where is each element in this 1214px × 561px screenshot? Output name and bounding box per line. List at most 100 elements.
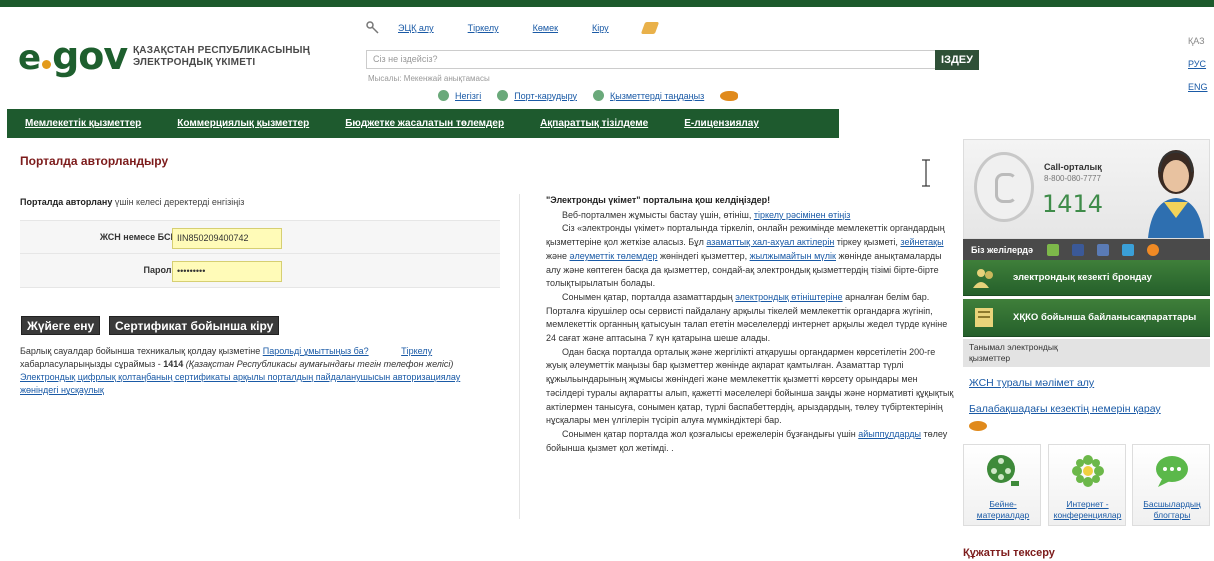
- help-link[interactable]: Көмек: [533, 23, 558, 33]
- quick-link-home[interactable]: Негізгі: [455, 91, 481, 101]
- help-text: Барлық сауалдар бойынша техникалық қолда…: [20, 345, 495, 397]
- social-title: Біз желілердә: [971, 244, 1034, 255]
- top-border: [0, 0, 1214, 7]
- nav-budget-payments[interactable]: Бюджетке жасалатын төлемдер: [345, 118, 504, 129]
- contact-info-label: ХҚКО бойынша байланыс ақпараттары: [1013, 299, 1196, 337]
- language-switcher: ҚАЗ РУС ENG: [1188, 35, 1208, 104]
- chat-icon[interactable]: [1147, 243, 1160, 256]
- civil-acts-link[interactable]: азаматтық хал-ахуал актілерін: [706, 237, 834, 247]
- document-check-heading: Құжатты тексеру: [963, 547, 1055, 559]
- fines-link[interactable]: айыппұлдарды: [858, 429, 921, 439]
- password-input[interactable]: •••••••••: [172, 261, 282, 282]
- queue-booking-label: электрондық кезекті брондау: [1013, 272, 1152, 283]
- tile-blogs-line1: Басшылардың: [1143, 499, 1201, 509]
- people-icon: [973, 266, 997, 290]
- login-form: ЖСН немесе БСН: IIN850209400742 Пароль: …: [20, 220, 500, 288]
- tile-conference-label[interactable]: Интернет - конференциялар: [1049, 499, 1127, 521]
- welcome-p3: Сонымен қатар, порталда азаматтардың эле…: [546, 291, 956, 346]
- tile-blogs-label[interactable]: Басшылардың блогтары: [1133, 499, 1211, 521]
- tile-conference-line1: Интернет -: [1066, 499, 1109, 509]
- lang-kaz[interactable]: ҚАЗ: [1188, 35, 1208, 48]
- logo-text: ҚАЗАҚСТАН РЕСПУБЛИКАСЫНЫҢ ЭЛЕКТРОНДЫҚ ҮК…: [133, 45, 310, 69]
- key-icon: [366, 21, 380, 35]
- register-link[interactable]: Тіркелу: [401, 346, 432, 356]
- login-link[interactable]: Кіру: [592, 23, 609, 33]
- film-reel-icon: [985, 453, 1021, 489]
- welcome-p3-text-a: Сонымен қатар, порталда азаматтардың: [562, 291, 736, 302]
- welcome-p5: Сонымен қатар порталда жол қозғалысы ере…: [546, 428, 956, 455]
- logo-text-line1: ҚАЗАҚСТАН РЕСПУБЛИКАСЫНЫҢ: [133, 45, 311, 56]
- header: e gov ҚАЗАҚСТАН РЕСПУБЛИКАСЫНЫҢ ЭЛЕКТРОН…: [0, 7, 1214, 107]
- quick-link-portal[interactable]: Порт-карудыру: [514, 91, 577, 101]
- tile-video-label[interactable]: Бейне-материалдар: [964, 499, 1042, 521]
- login-intro-bold: Порталда авторлану: [20, 197, 113, 207]
- tile-video[interactable]: Бейне-материалдар: [963, 444, 1041, 526]
- welcome-p5-text-a: Сонымен қатар порталда жол қозғалысы ере…: [562, 428, 859, 439]
- lang-eng[interactable]: ENG: [1188, 82, 1208, 92]
- facebook-icon[interactable]: [1072, 243, 1085, 256]
- queue-booking-button[interactable]: электрондық кезекті брондау: [963, 260, 1210, 296]
- welcome-p2-text-c: және: [546, 250, 570, 261]
- book-icon: [973, 305, 997, 329]
- nav-gov-services[interactable]: Мемлекеттік қызметтер: [25, 118, 141, 129]
- sitemap-icon: [497, 90, 509, 101]
- welcome-p2-text-d: жөніндегі қызметтер,: [657, 250, 750, 261]
- lang-rus[interactable]: РУС: [1188, 59, 1206, 69]
- pension-link[interactable]: зейнетақы: [900, 237, 943, 247]
- tile-conference[interactable]: Интернет - конференциялар: [1047, 444, 1127, 526]
- get-eds-link[interactable]: ЭЦҚ алу: [398, 23, 434, 33]
- nav-e-licensing[interactable]: Е-лицензиялау: [684, 118, 759, 129]
- tile-video-line1: Бейне-: [989, 499, 1017, 509]
- main-nav: Мемлекеттік қызметтер Коммерциялық қызме…: [7, 109, 839, 138]
- twitter-icon[interactable]: [1122, 243, 1135, 256]
- contact-info-line2: ақпараттары: [1135, 312, 1197, 323]
- certificate-login-button[interactable]: Сертификат бойынша кіру: [109, 316, 280, 335]
- password-row: Пароль: •••••••••: [20, 254, 500, 287]
- forgot-password-link[interactable]: Парольді ұмыттыңыз ба?: [263, 346, 369, 356]
- popular-services-line2: қызметтер: [969, 353, 1011, 363]
- quick-link-services[interactable]: Қызметтерді таңдаңыз: [610, 91, 704, 101]
- contact-info-line1: ХҚКО бойынша байланыс: [1013, 312, 1136, 323]
- home-icon: [438, 90, 449, 101]
- welcome-p2: Сіз «электронды үкімет» порталында тірке…: [546, 222, 956, 291]
- registration-procedure-link[interactable]: тіркелу рәсімінен өтіңіз: [754, 210, 851, 220]
- tile-blogs-line2: блогтары: [1153, 510, 1191, 520]
- egov-logo[interactable]: e gov: [18, 37, 128, 78]
- top-links: ЭЦҚ алу Тіркелу Көмек Кіру: [366, 21, 659, 35]
- bird-icon-2: [969, 421, 987, 431]
- logo-e: e: [18, 38, 42, 78]
- services-icon: [592, 90, 604, 101]
- vk-icon[interactable]: [1097, 243, 1110, 256]
- register-link-top[interactable]: Тіркелу: [468, 23, 499, 33]
- help-text-2: хабарласуларыңызды сұраймыз -: [20, 359, 164, 369]
- real-estate-link[interactable]: жылжымайтын мүлік: [750, 251, 836, 261]
- bird-icon: [720, 90, 739, 101]
- help-text-1: Барлық сауалдар бойынша техникалық қолда…: [20, 346, 263, 356]
- iin-input[interactable]: IIN850209400742: [172, 228, 282, 249]
- login-intro: Порталда авторлану үшін келесі деректерд…: [20, 197, 244, 207]
- quick-links: Негізгі Порт-карудыру Қызметтерді таңдаң…: [438, 90, 739, 101]
- call-center-number: 8-800-080-7777: [1044, 174, 1101, 183]
- nav-info-registry[interactable]: Ақпараттық тізілдеме: [540, 118, 648, 129]
- flower-icon: [1070, 453, 1106, 489]
- eds-guide-link[interactable]: Электрондық цифрлық қолтаңбаның сертифик…: [20, 372, 460, 395]
- nav-commercial-services[interactable]: Коммерциялық қызметтер: [177, 118, 309, 129]
- login-button[interactable]: Жүйеге ену: [21, 316, 101, 335]
- contact-info-button[interactable]: ХҚКО бойынша байланыс ақпараттары: [963, 299, 1210, 337]
- search-button[interactable]: ІЗДЕУ: [935, 50, 979, 70]
- share-icon[interactable]: [1047, 243, 1060, 256]
- search-input[interactable]: Сіз не іздейсіз?: [366, 50, 936, 69]
- popular-services-header: Танымал электрондық қызметтер: [963, 339, 1210, 367]
- kindergarten-queue-link[interactable]: Балабақшадағы кезектің немерін қарау: [969, 403, 1161, 415]
- welcome-p4: Одан басқа порталда орталық және жергілі…: [546, 346, 954, 426]
- iin-info-link[interactable]: ЖСН туралы мәлімет алу: [969, 377, 1094, 389]
- tile-blogs[interactable]: Басшылардың блогтары: [1132, 444, 1210, 526]
- social-payments-link[interactable]: әлеуметтік төлемдер: [570, 251, 658, 261]
- social-bar: Біз желілердә: [963, 239, 1210, 260]
- welcome-title: "Электронды үкімет" порталына қош келдің…: [546, 195, 771, 205]
- iin-row: ЖСН немесе БСН: IIN850209400742: [20, 221, 500, 254]
- search-hint: Мысалы: Мекенжай анықтамасы: [368, 74, 490, 83]
- iin-label: ЖСН немесе БСН:: [99, 232, 180, 242]
- e-applications-link[interactable]: электрондық өтініштеріне: [735, 292, 842, 302]
- media-tiles: Бейне-материалдар Интернет - конференциял…: [963, 444, 1210, 526]
